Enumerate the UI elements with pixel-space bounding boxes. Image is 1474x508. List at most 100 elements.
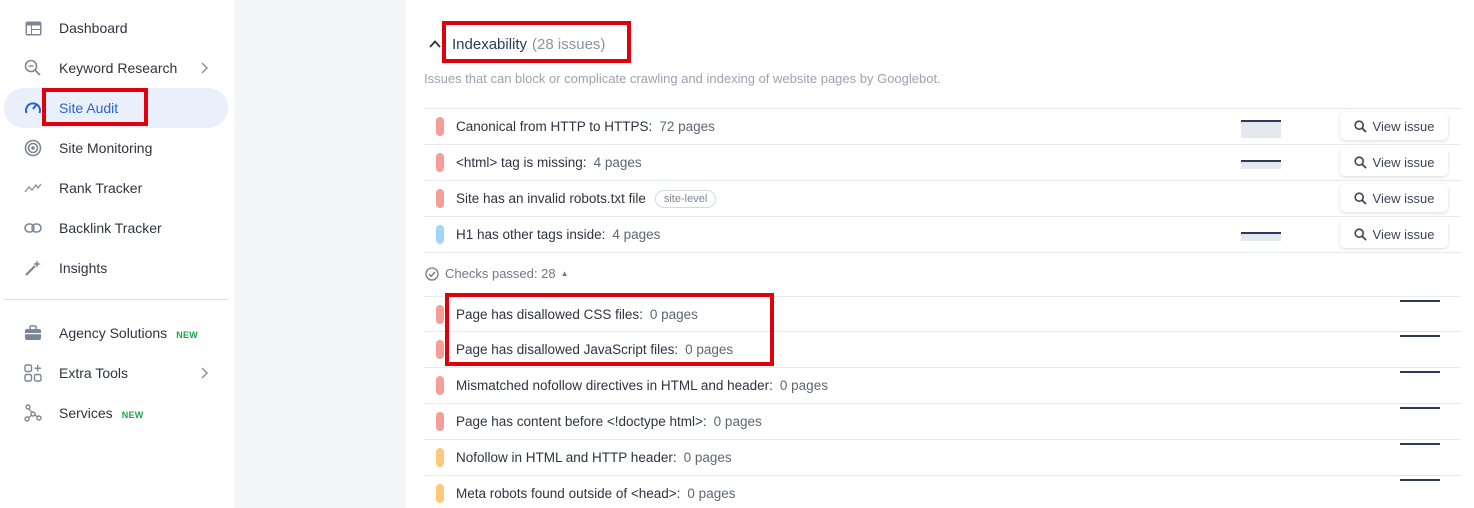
severity-indicator [436,117,444,136]
view-issue-button[interactable]: View issue [1340,112,1448,140]
issue-pages[interactable]: 4 pages [594,155,642,170]
sidebar-item-site-audit[interactable]: Site Audit [4,88,228,128]
issue-count: (28 issues) [532,35,606,53]
sparkline [1241,120,1281,122]
passed-check-row: Page has content before <!doctype html>:… [424,403,1460,439]
check-circle-icon [425,266,439,281]
check-label: Page has disallowed JavaScript files: [456,342,679,357]
search-icon [1353,119,1367,133]
sparkline [1400,335,1440,337]
sparkline-bg [1241,234,1281,241]
briefcase-icon [24,324,42,342]
check-pages: 0 pages [683,450,732,465]
issue-row: Canonical from HTTP to HTTPS: 72 pages Vi… [424,108,1460,144]
table-icon [24,19,42,37]
issue-label: <html> tag is missing: [456,155,587,170]
issue-row: Site has an invalid robots.txt file site-… [424,180,1460,216]
sidebar-item-rank-tracker[interactable]: Rank Tracker [4,168,228,208]
passed-check-row: Meta robots found outside of <head>: 0 pa… [424,475,1460,508]
severity-indicator [436,189,444,208]
check-pages: 0 pages [687,486,736,501]
view-issue-button[interactable]: View issue [1340,148,1448,176]
checks-passed-toggle[interactable]: Checks passed: 28 ▲ [425,266,569,281]
check-label: Page has disallowed CSS files: [456,307,643,322]
sparkline [1400,479,1440,481]
sidebar-item-label: Services NEW [59,405,144,421]
sidebar-item-label: Backlink Tracker [59,220,162,236]
check-label: Nofollow in HTML and HTTP header: [456,450,677,465]
sidebar-item-label: Keyword Research [59,60,178,76]
sidebar-item-label: Insights [59,260,108,276]
search-icon [1353,227,1367,241]
sidebar-item-label: Extra Tools [59,365,128,381]
sidebar-item-label: Rank Tracker [59,180,143,196]
link-icon [24,219,42,237]
sparkline [1400,300,1440,302]
check-pages: 0 pages [649,307,698,322]
issue-label: Canonical from HTTP to HTTPS: [456,119,653,134]
severity-indicator [436,225,444,244]
keyword-search-icon [24,59,42,77]
severity-indicator [436,376,444,395]
sidebar-item-extra-tools[interactable]: Extra Tools [4,353,228,393]
issue-label: H1 has other tags inside: [456,227,606,242]
passed-check-row: Page has disallowed JavaScript files: 0 p… [424,331,1460,367]
speedometer-icon [24,99,42,117]
section-toggle[interactable]: Indexability (28 issues) [427,30,605,58]
severity-indicator [436,305,444,324]
section-title: Indexability [452,35,528,53]
row-divider [424,252,1460,253]
check-pages: 0 pages [779,378,828,393]
issue-pages[interactable]: 72 pages [659,119,715,134]
sparkline [1400,443,1440,445]
severity-indicator [436,153,444,172]
site-level-badge: site-level [654,189,717,208]
grid-plus-icon [24,364,42,382]
sparkline-bg [1241,120,1281,138]
chevron-right-icon [201,367,209,379]
check-pages: 0 pages [713,414,762,429]
radar-icon [24,139,42,157]
sidebar-item-agency-solutions[interactable]: Agency Solutions NEW [4,313,228,353]
view-issue-button[interactable]: View issue [1340,220,1448,248]
sidebar-item-backlink-tracker[interactable]: Backlink Tracker [4,208,228,248]
sidebar-item-label: Site Audit [59,100,119,116]
severity-indicator [436,340,444,359]
issue-row: H1 has other tags inside: 4 pages View is… [424,216,1460,252]
magic-wand-icon [24,259,42,277]
new-badge: NEW [121,410,144,420]
sidebar-item-label: Dashboard [59,20,128,36]
sidebar-item-keyword-research[interactable]: Keyword Research [4,48,228,88]
passed-check-row: Mismatched nofollow directives in HTML a… [424,367,1460,403]
sparkline [1241,232,1281,234]
issue-row: <html> tag is missing: 4 pages View issue [424,144,1460,180]
view-issue-button[interactable]: View issue [1340,184,1448,212]
sidebar-item-site-monitoring[interactable]: Site Monitoring [4,128,228,168]
sidebar-item-label: Site Monitoring [59,140,153,156]
section-subtitle: Issues that can block or complicate craw… [424,71,941,86]
sidebar-item-services[interactable]: Services NEW [4,393,228,433]
search-icon [1353,155,1367,169]
sidebar-item-label: Agency Solutions NEW [59,325,199,341]
check-label: Meta robots found outside of <head>: [456,486,681,501]
search-icon [1353,191,1367,205]
sparkline-bg [1241,162,1281,169]
passed-check-row: Nofollow in HTML and HTTP header: 0 pages [424,439,1460,475]
check-label: Mismatched nofollow directives in HTML a… [456,378,773,393]
issue-pages[interactable]: 4 pages [612,227,660,242]
sparkline [1400,407,1440,409]
nodes-icon [24,404,42,422]
severity-indicator [436,484,444,503]
issue-label: Site has an invalid robots.txt file [456,190,646,206]
content-gutter [235,0,405,508]
caret-up-icon: ▲ [560,269,569,278]
passed-check-row: Page has disallowed CSS files: 0 pages [424,296,1460,332]
sidebar-item-dashboard[interactable]: Dashboard [4,8,228,48]
severity-indicator [436,448,444,467]
check-pages: 0 pages [685,342,734,357]
severity-indicator [436,412,444,431]
main-panel: Indexability (28 issues) Issues that can… [405,0,1474,508]
chevron-right-icon [201,62,209,74]
sparkline [1400,371,1440,373]
sidebar-item-insights[interactable]: Insights [4,248,228,288]
